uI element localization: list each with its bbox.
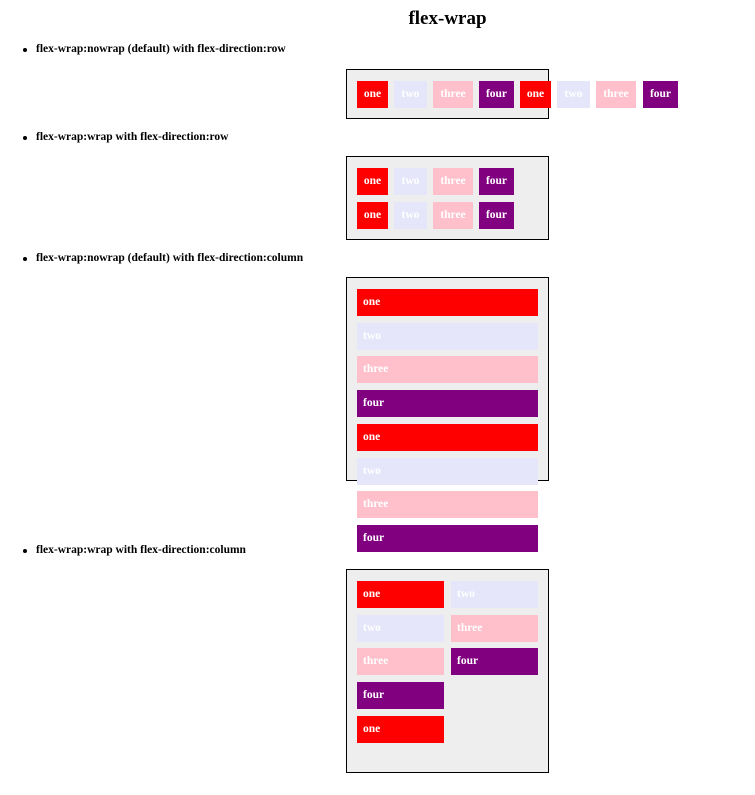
flex-item-two: two xyxy=(394,168,427,195)
flex-item-one: one xyxy=(357,581,444,608)
bullet-icon xyxy=(23,48,27,52)
container-wrap-column: one two three four one two three four xyxy=(346,569,549,773)
flex-item-four: four xyxy=(479,81,514,108)
flex-item-four: four xyxy=(479,168,514,195)
flex-item-two: two xyxy=(451,581,538,608)
flex-item-two: two xyxy=(357,323,538,350)
flex-item-four: four xyxy=(451,648,538,675)
flex-item-three: three xyxy=(596,81,636,108)
section-label-nowrap-row: flex-wrap:nowrap (default) with flex-dir… xyxy=(36,43,286,55)
container-nowrap-column: one two three four one two three four xyxy=(346,277,549,552)
flex-item-three: three xyxy=(357,648,444,675)
flex-item-two: two xyxy=(394,81,427,108)
section-label-nowrap-column: flex-wrap:nowrap (default) with flex-dir… xyxy=(36,252,304,264)
section-label-wrap-column: flex-wrap:wrap with flex-direction:colum… xyxy=(36,544,246,556)
flex-item-four: four xyxy=(357,390,538,417)
flex-item-one: one xyxy=(357,202,388,229)
flex-item-two: two xyxy=(357,458,538,485)
bullet-icon xyxy=(23,136,27,140)
container-nowrap-row: one two three four one two three four xyxy=(346,69,678,119)
container-wrap-row: one two three four one two three four xyxy=(346,156,549,240)
flex-item-one: one xyxy=(357,81,388,108)
flex-item-two: two xyxy=(357,615,444,642)
bullet-icon xyxy=(23,257,27,261)
flex-item-four: four xyxy=(643,81,678,108)
flex-item-four: four xyxy=(479,202,514,229)
flex-item-two: two xyxy=(557,81,590,108)
flex-item-three: three xyxy=(357,356,538,383)
flex-item-three: three xyxy=(451,615,538,642)
bullet-icon xyxy=(23,549,27,553)
flex-item-three: three xyxy=(433,81,473,108)
section-label-wrap-row: flex-wrap:wrap with flex-direction:row xyxy=(36,131,229,143)
flex-item-one: one xyxy=(357,168,388,195)
flex-item-three: three xyxy=(357,491,538,518)
flex-item-two: two xyxy=(394,202,427,229)
flex-item-one: one xyxy=(357,424,538,451)
flex-item-one: one xyxy=(520,81,551,108)
flex-item-four: four xyxy=(357,525,538,552)
flex-item-one: one xyxy=(357,716,444,743)
page-title: flex-wrap xyxy=(408,8,487,29)
flex-item-three: three xyxy=(433,168,473,195)
flex-item-four: four xyxy=(357,682,444,709)
flex-item-three: three xyxy=(433,202,473,229)
flex-item-one: one xyxy=(357,289,538,316)
